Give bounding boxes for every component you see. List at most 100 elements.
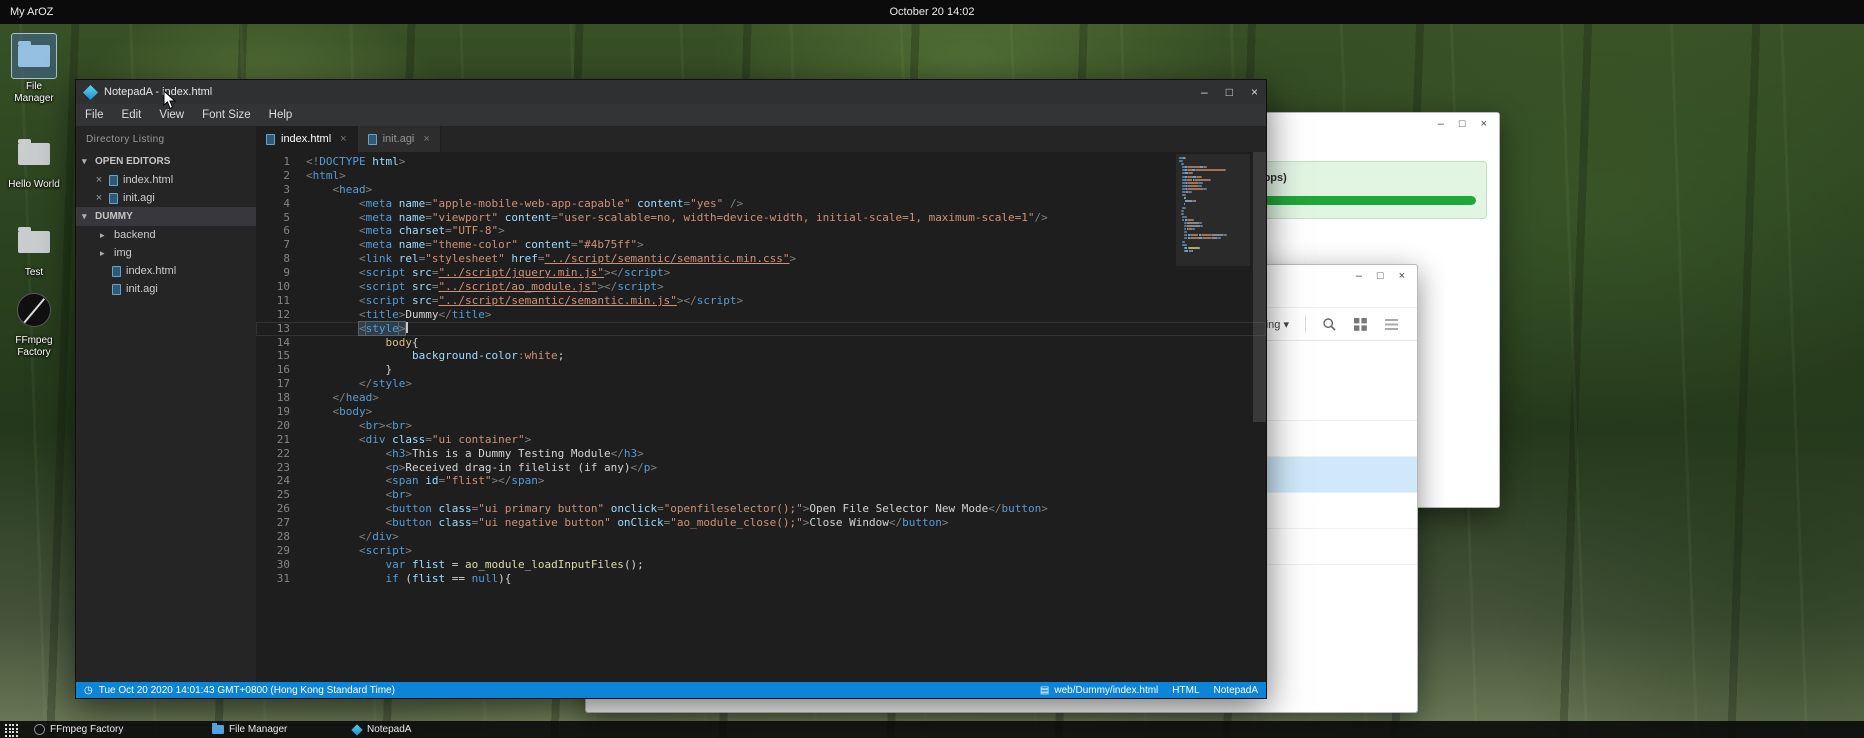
code-line[interactable]: 13 <style> bbox=[256, 322, 1266, 336]
desktop-icon-hello-world[interactable]: Hello World bbox=[6, 132, 62, 191]
file-icon bbox=[112, 284, 121, 295]
minimize-button[interactable]: – bbox=[1438, 119, 1444, 129]
minimize-button[interactable]: – bbox=[1356, 271, 1362, 281]
grid-view-icon[interactable] bbox=[1353, 317, 1368, 332]
code-line[interactable]: 16 } bbox=[256, 363, 1266, 377]
close-icon[interactable]: × bbox=[94, 192, 104, 204]
section-open-editors[interactable]: ▾OPEN EDITORS bbox=[76, 152, 256, 171]
menu-help[interactable]: Help bbox=[260, 107, 302, 123]
mouse-cursor-icon bbox=[163, 90, 177, 110]
list-view-icon[interactable] bbox=[1384, 317, 1399, 332]
tree-file-index-html[interactable]: index.html bbox=[76, 262, 256, 280]
code-line[interactable]: 22 <h3>This is a Dummy Testing Module</h… bbox=[256, 447, 1266, 461]
sidebar-title: Directory Listing bbox=[76, 126, 256, 152]
ffmpeg-icon bbox=[17, 293, 51, 327]
code-line[interactable]: 29 <script> bbox=[256, 544, 1266, 558]
editor-pane: index.html×init.agi× 1<!DOCTYPE html>2<h… bbox=[256, 126, 1266, 682]
menu-file[interactable]: File bbox=[76, 107, 113, 123]
taskbar-item-file-manager[interactable]: File Manager bbox=[206, 721, 293, 738]
code-line[interactable]: 17 </style> bbox=[256, 377, 1266, 391]
code-line[interactable]: 8 <link rel="stylesheet" href="../script… bbox=[256, 252, 1266, 266]
code-line[interactable]: 3 <head> bbox=[256, 183, 1266, 197]
notepada-icon bbox=[351, 724, 362, 735]
close-button[interactable]: × bbox=[1251, 85, 1258, 99]
code-line[interactable]: 28 </div> bbox=[256, 530, 1266, 544]
line-number: 5 bbox=[256, 211, 290, 225]
desktop-icon-label: Hello World bbox=[6, 179, 62, 191]
close-icon[interactable]: × bbox=[340, 133, 346, 145]
open-editor-init-agi[interactable]: ×init.agi bbox=[76, 189, 256, 207]
start-menu-icon[interactable] bbox=[5, 724, 18, 737]
line-number: 20 bbox=[256, 419, 290, 433]
code-editor[interactable]: 1<!DOCTYPE html>2<html>3 <head>4 <meta n… bbox=[256, 152, 1266, 682]
code-line[interactable]: 15 background-color:white; bbox=[256, 349, 1266, 363]
toolbar-divider bbox=[1305, 316, 1306, 332]
code-line[interactable]: 24 <span id="flist"></span> bbox=[256, 474, 1266, 488]
code-line[interactable]: 23 <p>Received drag-in filelist (if any)… bbox=[256, 461, 1266, 475]
scrollbar-thumb[interactable] bbox=[1253, 152, 1266, 422]
code-line[interactable]: 26 <button class="ui primary button" onc… bbox=[256, 502, 1266, 516]
close-button[interactable]: × bbox=[1399, 271, 1405, 281]
file-icon bbox=[368, 134, 377, 145]
line-number: 4 bbox=[256, 197, 290, 211]
code-line[interactable]: 5 <meta name="viewport" content="user-sc… bbox=[256, 211, 1266, 225]
tree-folder-backend[interactable]: ▸backend bbox=[76, 226, 256, 244]
status-filepath[interactable]: web/Dummy/index.html bbox=[1054, 685, 1158, 696]
status-language[interactable]: HTML bbox=[1172, 685, 1199, 696]
aroz-menu-button[interactable]: My ArOZ bbox=[0, 6, 63, 18]
search-icon[interactable] bbox=[1322, 317, 1337, 332]
maximize-button[interactable]: □ bbox=[1226, 85, 1233, 99]
desktop-icon-file-manager[interactable]: File Manager bbox=[6, 34, 62, 105]
taskbar-item-ffmpeg-factory[interactable]: FFmpeg Factory bbox=[28, 721, 129, 738]
code-line[interactable]: 30 var flist = ao_module_loadInputFiles(… bbox=[256, 558, 1266, 572]
tree-file-init-agi[interactable]: init.agi bbox=[76, 280, 256, 298]
line-number: 19 bbox=[256, 405, 290, 419]
code-line[interactable]: 25 <br> bbox=[256, 488, 1266, 502]
tree-folder-img[interactable]: ▸img bbox=[76, 244, 256, 262]
code-line[interactable]: 6 <meta charset="UTF-8"> bbox=[256, 224, 1266, 238]
code-line[interactable]: 27 <button class="ui negative button" on… bbox=[256, 516, 1266, 530]
menu-font-size[interactable]: Font Size bbox=[193, 107, 260, 123]
open-editor-index-html[interactable]: ×index.html bbox=[76, 171, 256, 189]
code-line[interactable]: 20 <br><br> bbox=[256, 419, 1266, 433]
maximize-button[interactable]: □ bbox=[1377, 271, 1384, 281]
code-line[interactable]: 14 body{ bbox=[256, 336, 1266, 350]
minimize-button[interactable]: – bbox=[1201, 85, 1208, 99]
line-number: 9 bbox=[256, 266, 290, 280]
section-dummy[interactable]: ▾DUMMY bbox=[76, 207, 256, 226]
notepada-window[interactable]: NotepadA - index.html – □ × FileEditView… bbox=[75, 79, 1267, 699]
tab-index-html[interactable]: index.html× bbox=[256, 126, 358, 152]
line-number: 13 bbox=[256, 322, 290, 336]
desktop-icon-ffmpeg-factory[interactable]: FFmpeg Factory bbox=[6, 288, 62, 359]
code-line[interactable]: 9 <script src="../script/jquery.min.js">… bbox=[256, 266, 1266, 280]
menu-edit[interactable]: Edit bbox=[113, 107, 151, 123]
tab-bar: index.html×init.agi× bbox=[256, 126, 1266, 152]
editor-scrollbar[interactable] bbox=[1253, 152, 1266, 682]
code-line[interactable]: 10 <script src="../script/ao_module.js">… bbox=[256, 280, 1266, 294]
chevron-down-icon: ▾ bbox=[82, 211, 91, 222]
close-icon[interactable]: × bbox=[94, 174, 104, 186]
code-line[interactable]: 4 <meta name="apple-mobile-web-app-capab… bbox=[256, 197, 1266, 211]
code-line[interactable]: 21 <div class="ui container"> bbox=[256, 433, 1266, 447]
close-button[interactable]: × bbox=[1481, 119, 1487, 129]
taskbar: FFmpeg Factory File Manager NotepadA bbox=[0, 721, 1864, 738]
titlebar[interactable]: NotepadA - index.html – □ × bbox=[76, 80, 1266, 104]
code-line[interactable]: 19 <body> bbox=[256, 405, 1266, 419]
code-line[interactable]: 18 </head> bbox=[256, 391, 1266, 405]
tab-init-agi[interactable]: init.agi× bbox=[358, 126, 441, 152]
minimap[interactable] bbox=[1176, 154, 1250, 256]
code-line[interactable]: 1<!DOCTYPE html> bbox=[256, 155, 1266, 169]
code-line[interactable]: 7 <meta name="theme-color" content="#4b7… bbox=[256, 238, 1266, 252]
desktop-icon-label: FFmpeg Factory bbox=[6, 335, 62, 359]
maximize-button[interactable]: □ bbox=[1459, 119, 1466, 129]
code-line[interactable]: 12 <title>Dummy</title> bbox=[256, 308, 1266, 322]
code-line[interactable]: 2<html> bbox=[256, 169, 1266, 183]
desktop-icon-test[interactable]: Test bbox=[6, 220, 62, 279]
window-controls: – □ × bbox=[1201, 85, 1258, 99]
code-line[interactable]: 11 <script src="../script/semantic/seman… bbox=[256, 294, 1266, 308]
close-icon[interactable]: × bbox=[423, 133, 429, 145]
code-line[interactable]: 31 if (flist == null){ bbox=[256, 572, 1266, 586]
taskbar-item-notepada[interactable]: NotepadA bbox=[346, 721, 417, 738]
text-caret bbox=[406, 322, 408, 333]
chevron-right-icon: ▸ bbox=[100, 248, 109, 259]
